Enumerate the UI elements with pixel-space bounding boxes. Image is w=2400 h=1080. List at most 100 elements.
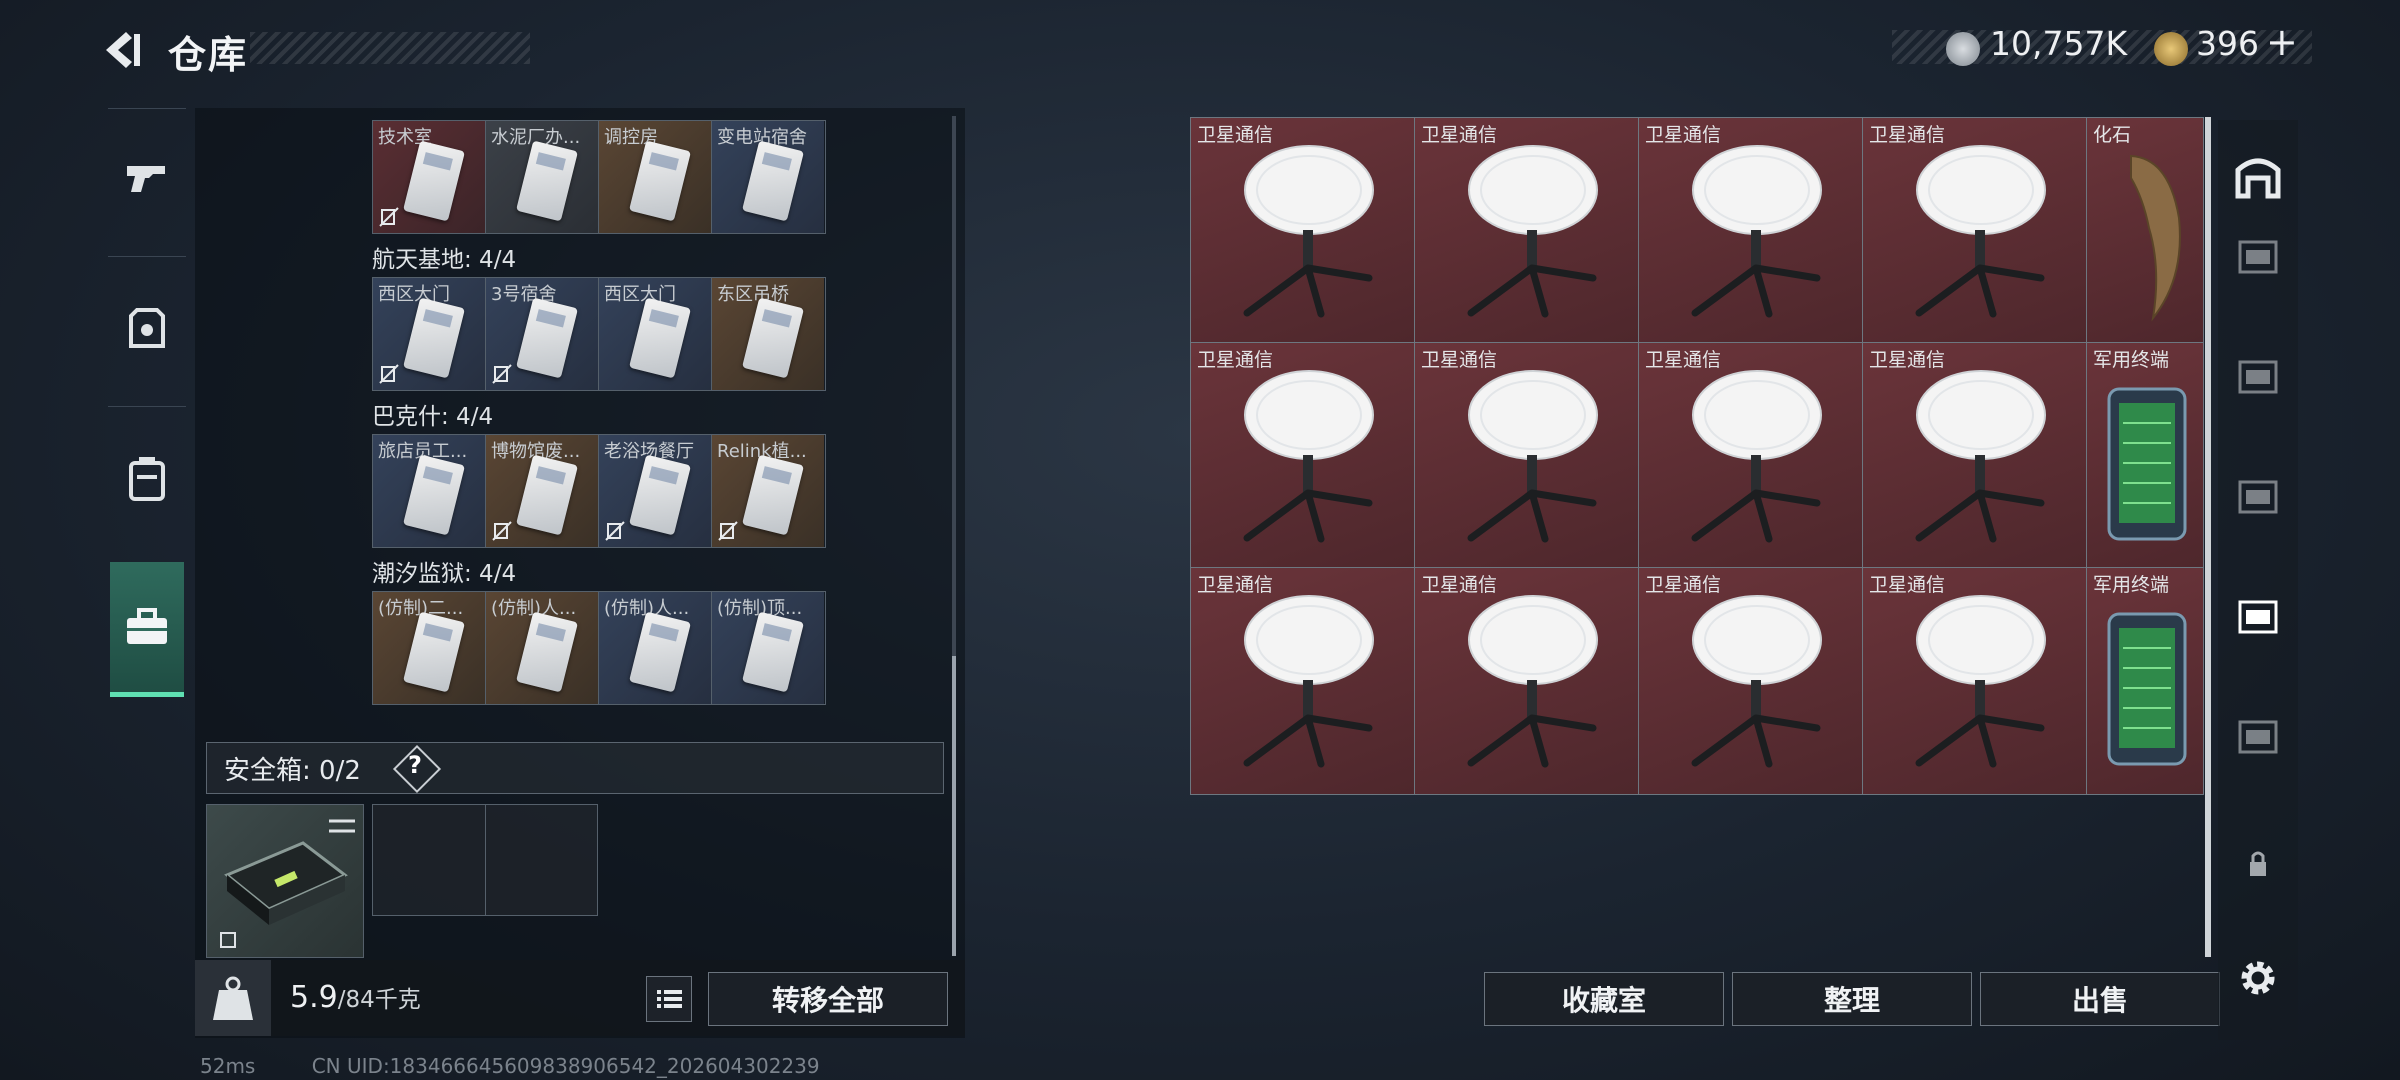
- tab-cases[interactable]: [110, 562, 184, 697]
- stash-item[interactable]: 卫星通信: [1863, 568, 2087, 794]
- stash-item[interactable]: 卫星通信: [1415, 118, 1639, 343]
- back-arrow-icon[interactable]: [100, 28, 144, 72]
- satellite-dish-icon: [1915, 145, 2046, 318]
- stash-item-label: 卫星通信: [1421, 124, 1498, 146]
- key-item[interactable]: 旅店员工...: [373, 435, 486, 547]
- stash-item-label: 卫星通信: [1645, 574, 1722, 596]
- stash-item[interactable]: 化石: [2087, 118, 2203, 343]
- tab-weapons[interactable]: [100, 108, 194, 248]
- group-label: 巴克什: 4/4: [372, 404, 494, 430]
- no-copy-icon: [379, 207, 399, 227]
- satellite-dish-icon: [1243, 370, 1374, 543]
- key-item[interactable]: 水泥厂办...: [486, 121, 599, 233]
- category-tabs: [100, 108, 194, 1028]
- stash-page-icon[interactable]: [2232, 470, 2284, 522]
- help-glyph: ?: [408, 751, 422, 779]
- key-item[interactable]: 西区大门: [599, 278, 712, 390]
- key-item[interactable]: (仿制)人...: [486, 592, 599, 704]
- military-terminal-icon: [2107, 387, 2187, 541]
- key-item[interactable]: 西区大门: [373, 278, 486, 390]
- title-decoration: [250, 32, 530, 64]
- no-copy-icon: [605, 521, 625, 541]
- token-amount: 396: [2196, 24, 2259, 63]
- backpack-icon: [129, 457, 165, 501]
- stash-item-label: 卫星通信: [1645, 349, 1722, 371]
- stash-item[interactable]: 卫星通信: [1191, 343, 1415, 568]
- satellite-dish-icon: [1243, 145, 1374, 318]
- satellite-dish-icon: [1691, 145, 1822, 318]
- settings-gear-icon[interactable]: [2232, 952, 2284, 1004]
- key-item[interactable]: 变电站宿舍: [712, 121, 824, 233]
- key-row: (仿制)二... (仿制)人... (仿制)人... (仿制)顶...: [372, 591, 826, 705]
- satellite-dish-icon: [1915, 370, 2046, 543]
- stash-item-label: 卫星通信: [1421, 349, 1498, 371]
- stash-page-icon[interactable]: [2232, 710, 2284, 762]
- status-bar: 52ms CN UID:1834666456098389065​42_20260…: [100, 1054, 820, 1078]
- key-item[interactable]: (仿制)二...: [373, 592, 486, 704]
- satellite-dish-icon: [1691, 370, 1822, 543]
- stash-item[interactable]: 卫星通信: [1863, 118, 2087, 343]
- collection-room-button[interactable]: 收藏室: [1484, 972, 1724, 1026]
- key-item[interactable]: 调控房: [599, 121, 712, 233]
- page-title: 仓库: [168, 33, 249, 77]
- safe-case-icon: [220, 819, 355, 948]
- armor-icon: [129, 308, 165, 348]
- stash-item-label: 卫星通信: [1869, 574, 1946, 596]
- satellite-dish-icon: [1467, 595, 1598, 768]
- military-terminal-icon: [2107, 612, 2187, 766]
- stash-item-label: 卫星通信: [1197, 124, 1274, 146]
- capacity-text: 5.9/84千克: [290, 980, 421, 1015]
- stash-item[interactable]: 卫星通信: [1415, 343, 1639, 568]
- coin-icon: [1946, 32, 1980, 66]
- key-item[interactable]: 老浴场餐厅: [599, 435, 712, 547]
- no-copy-icon: [492, 521, 512, 541]
- stash-item[interactable]: 军用终端: [2087, 568, 2203, 794]
- satellite-dish-icon: [1691, 595, 1822, 768]
- tab-backpack[interactable]: [100, 408, 194, 548]
- list-view-button[interactable]: [646, 976, 692, 1022]
- capacity-max: /84千克: [337, 987, 421, 1013]
- stash-page-icon[interactable]: [2232, 350, 2284, 402]
- tab-armor[interactable]: [100, 258, 194, 398]
- stash-item-label: 化石: [2093, 124, 2132, 146]
- stash-item-label: 军用终端: [2093, 349, 2170, 371]
- key-item[interactable]: (仿制)人...: [599, 592, 712, 704]
- lock-icon: [2250, 851, 2266, 876]
- key-row: 技术室 水泥厂办... 调控房 变电站宿舍: [372, 120, 826, 234]
- key-item[interactable]: 博物馆废...: [486, 435, 599, 547]
- stash-item[interactable]: 卫星通信: [1863, 343, 2087, 568]
- stash-item[interactable]: 卫星通信: [1639, 118, 1863, 343]
- key-item[interactable]: Relink植...: [712, 435, 824, 547]
- stash-page-icon[interactable]: [2232, 230, 2284, 282]
- briefcase-icon: [127, 608, 167, 644]
- stash-item[interactable]: 卫星通信: [1415, 568, 1639, 794]
- safe-box-label: 安全箱: 0/2: [224, 756, 361, 786]
- stash-item[interactable]: 军用终端: [2087, 343, 2203, 568]
- sell-button[interactable]: 出售: [1980, 972, 2220, 1026]
- no-copy-icon: [492, 364, 512, 384]
- key-item[interactable]: 东区吊桥: [712, 278, 824, 390]
- safe-box-item[interactable]: [206, 804, 364, 958]
- stash-item[interactable]: 卫星通信: [1191, 118, 1415, 343]
- key-item[interactable]: 3号宿舍: [486, 278, 599, 390]
- fossil-claw-icon: [2130, 154, 2181, 322]
- stash-item[interactable]: 卫星通信: [1639, 343, 1863, 568]
- list-icon: [657, 990, 682, 1008]
- stash-tabs: [2218, 120, 2298, 1040]
- stash-scrollbar[interactable]: [2205, 117, 2211, 957]
- transfer-all-button[interactable]: 转移全部: [708, 972, 948, 1026]
- warehouse-icon[interactable]: [2232, 150, 2284, 202]
- scrollbar-thumb[interactable]: [952, 656, 956, 956]
- stash-item[interactable]: 卫星通信: [1639, 568, 1863, 794]
- empty-slot[interactable]: [486, 805, 598, 915]
- empty-slot[interactable]: [373, 805, 486, 915]
- key-item[interactable]: (仿制)顶...: [712, 592, 824, 704]
- organize-button[interactable]: 整理: [1732, 972, 1972, 1026]
- uid-text: CN UID:1834666456098389065​42_2026043022…: [311, 1054, 820, 1078]
- stash-page-icon-active[interactable]: [2232, 590, 2284, 642]
- stash-item-label: 卫星通信: [1869, 349, 1946, 371]
- add-token-button[interactable]: +: [2266, 20, 2298, 64]
- key-item[interactable]: 技术室: [373, 121, 486, 233]
- ping-text: 52ms: [200, 1054, 256, 1078]
- stash-item[interactable]: 卫星通信: [1191, 568, 1415, 794]
